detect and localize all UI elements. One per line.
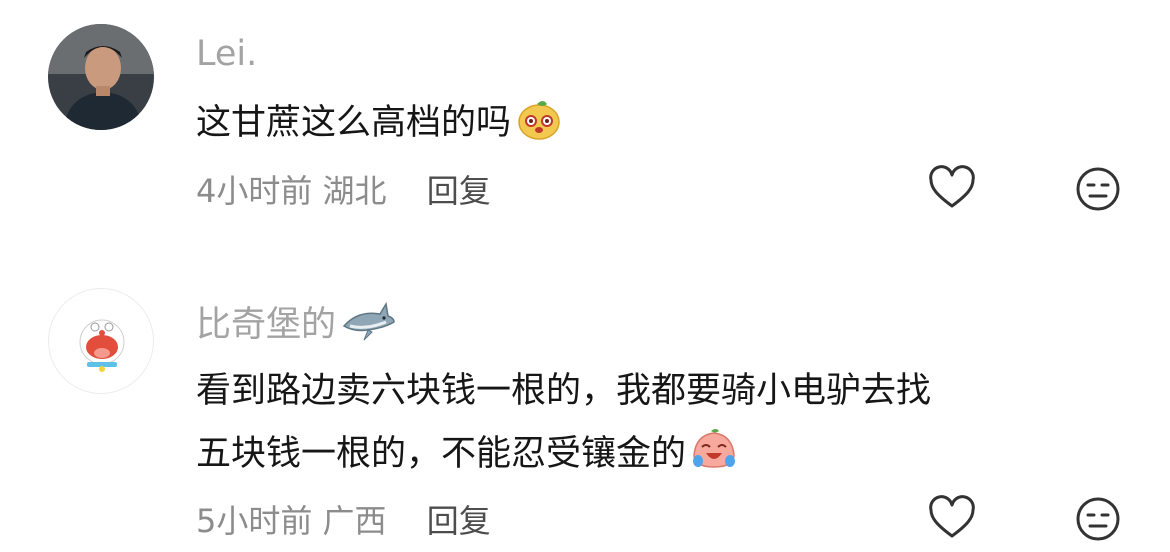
comment-meta: 4小时前 湖北 回复 — [196, 166, 491, 212]
comment-line: 这甘蔗这么高档的吗 — [196, 103, 512, 143]
neutral-face-icon[interactable] — [1073, 164, 1123, 214]
cute-bun-emoji-icon — [518, 101, 560, 140]
shark-emoji-icon — [342, 301, 395, 341]
reply-button[interactable]: 回复 — [427, 172, 491, 210]
crying-laugh-emoji-icon — [693, 429, 736, 468]
avatar[interactable] — [48, 24, 154, 130]
comment-text: 五块钱一根的，不能忍受镶金的 — [196, 425, 738, 476]
doraemon-avatar-icon — [79, 319, 125, 372]
male-portrait-avatar-icon — [48, 24, 154, 130]
reply-button[interactable]: 回复 — [427, 502, 491, 540]
avatar[interactable] — [48, 288, 154, 394]
username-text: 比奇堡的 — [196, 305, 337, 345]
username[interactable]: Lei. — [196, 34, 257, 74]
comment-line: 看到路边卖六块钱一根的，我都要骑小电驴去找 — [196, 371, 932, 411]
heart-icon[interactable] — [927, 494, 977, 544]
heart-icon[interactable] — [927, 164, 977, 214]
username[interactable]: 比奇堡的 — [196, 296, 396, 347]
location: 广西 — [322, 502, 387, 540]
comment-text: 这甘蔗这么高档的吗 — [196, 94, 563, 145]
neutral-face-icon[interactable] — [1073, 494, 1123, 544]
comment-meta: 5小时前 广西 回复 — [196, 496, 491, 542]
comment-line: 五块钱一根的，不能忍受镶金的 — [196, 434, 687, 474]
timestamp: 4小时前 — [196, 172, 313, 210]
timestamp: 5小时前 — [196, 502, 313, 540]
location: 湖北 — [322, 172, 387, 210]
